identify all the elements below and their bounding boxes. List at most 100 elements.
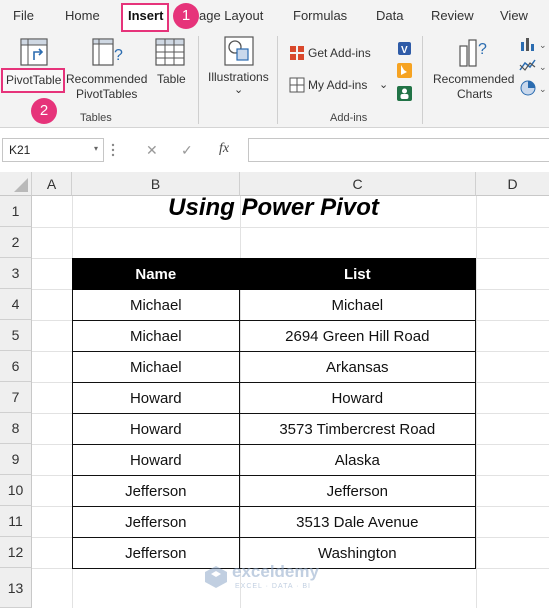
callout-badge-2: 2: [31, 98, 57, 124]
pivottable-icon[interactable]: [20, 38, 48, 66]
column-header-c[interactable]: C: [240, 172, 476, 196]
row-header-13[interactable]: 13: [0, 568, 32, 608]
list-cell[interactable]: 3573 Timbercrest Road: [238, 413, 477, 445]
row-header-11[interactable]: 11: [0, 506, 32, 537]
insert-function-icon[interactable]: fx: [219, 141, 229, 157]
name-box-dropdown-icon[interactable]: ▾: [94, 144, 98, 153]
recommended-pivottables-icon[interactable]: ?: [92, 38, 124, 68]
svg-text:⌄: ⌄: [539, 84, 547, 94]
row-header-4[interactable]: 4: [0, 289, 32, 320]
name-cell[interactable]: Jefferson: [72, 475, 240, 507]
formula-input[interactable]: [248, 138, 549, 162]
enter-icon[interactable]: ✓: [181, 142, 193, 159]
row-header-6[interactable]: 6: [0, 351, 32, 382]
tab-view[interactable]: View: [500, 8, 528, 23]
column-header-d[interactable]: D: [476, 172, 549, 196]
header-cell-list[interactable]: List: [238, 258, 477, 290]
bing-icon[interactable]: [396, 62, 413, 79]
callout-badge-1: 1: [173, 3, 199, 29]
column-header-a[interactable]: A: [32, 172, 72, 196]
name-cell[interactable]: Michael: [72, 320, 240, 352]
tab-page-layout[interactable]: age Layout: [199, 8, 263, 23]
ribbon-separator: [277, 36, 278, 124]
name-cell[interactable]: Michael: [72, 351, 240, 383]
exceldemy-logo-icon: [205, 566, 227, 588]
cancel-icon[interactable]: ✕: [146, 142, 158, 159]
illustrations-caret[interactable]: ⌄: [234, 83, 243, 98]
table-row: Howard Alaska: [72, 444, 477, 476]
people-graph-icon[interactable]: [396, 85, 413, 102]
group-label-tables: Tables: [80, 112, 112, 124]
row-header-10[interactable]: 10: [0, 475, 32, 506]
name-box-value: K21: [9, 143, 31, 157]
row-header-12[interactable]: 12: [0, 537, 32, 568]
list-cell[interactable]: Howard: [238, 382, 477, 414]
tab-review[interactable]: Review: [431, 8, 474, 23]
name-cell[interactable]: Howard: [72, 382, 240, 414]
data-table: Name List Michael Michael Michael 2694 G…: [72, 258, 477, 569]
select-all-corner[interactable]: [0, 172, 32, 196]
ribbon-separator: [422, 36, 423, 124]
recommended-charts-label-1[interactable]: Recommended: [433, 72, 514, 87]
pivottable-button[interactable]: PivotTable: [6, 73, 61, 88]
recommended-charts-label-2[interactable]: Charts: [457, 87, 492, 102]
name-cell[interactable]: Jefferson: [72, 506, 240, 538]
svg-text:?: ?: [114, 47, 123, 64]
recommended-pivottables-label-2[interactable]: PivotTables: [76, 87, 137, 102]
exceldemy-watermark: exceldemy EXCEL · DATA · BI: [204, 562, 349, 596]
store-icon[interactable]: [289, 45, 305, 61]
chart-types-icons[interactable]: ⌄ ⌄ ⌄: [519, 36, 549, 100]
row-header-8[interactable]: 8: [0, 413, 32, 444]
name-box[interactable]: K21 ▾: [2, 138, 104, 162]
row-header-7[interactable]: 7: [0, 382, 32, 413]
my-addins-caret[interactable]: ⌄: [379, 78, 388, 93]
ribbon-tab-bar: File Home Insert age Layout Formulas Dat…: [0, 0, 549, 32]
gridline: [32, 227, 549, 228]
list-cell[interactable]: 2694 Green Hill Road: [238, 320, 477, 352]
my-addins-icon[interactable]: [289, 77, 305, 93]
sheet-title: Using Power Pivot: [168, 194, 379, 221]
svg-text:?: ?: [478, 41, 487, 58]
visio-icon[interactable]: V: [396, 40, 413, 57]
name-cell[interactable]: Howard: [72, 444, 240, 476]
row-header-5[interactable]: 5: [0, 320, 32, 351]
recommended-charts-icon[interactable]: ?: [458, 38, 492, 68]
name-cell[interactable]: Michael: [72, 289, 240, 321]
list-cell[interactable]: 3513 Dale Avenue: [238, 506, 477, 538]
table-button[interactable]: Table: [157, 72, 186, 87]
row-header-9[interactable]: 9: [0, 444, 32, 475]
watermark-name: exceldemy: [232, 562, 319, 581]
name-cell[interactable]: Howard: [72, 413, 240, 445]
table-icon[interactable]: [155, 38, 185, 66]
tab-data[interactable]: Data: [376, 8, 403, 23]
tab-insert[interactable]: Insert: [128, 8, 163, 23]
illustrations-icon[interactable]: [224, 36, 254, 66]
column-header-b[interactable]: B: [72, 172, 240, 196]
table-row: Howard 3573 Timbercrest Road: [72, 413, 477, 445]
table-row: Michael 2694 Green Hill Road: [72, 320, 477, 352]
table-row: Howard Howard: [72, 382, 477, 414]
list-cell[interactable]: Jefferson: [238, 475, 477, 507]
tab-formulas[interactable]: Formulas: [293, 8, 347, 23]
ribbon-insert-panel: PivotTable 2 ? Recommended PivotTables T…: [0, 32, 549, 128]
get-addins-button[interactable]: Get Add-ins: [308, 46, 371, 61]
list-cell[interactable]: Arkansas: [238, 351, 477, 383]
formula-bar: K21 ▾ ✕ ✓ fx: [0, 128, 549, 172]
table-row: Michael Michael: [72, 289, 477, 321]
list-cell[interactable]: Michael: [238, 289, 477, 321]
row-header-2[interactable]: 2: [0, 227, 32, 258]
svg-text:V: V: [401, 45, 408, 56]
row-header-1[interactable]: 1: [0, 196, 32, 227]
recommended-pivottables-label-1[interactable]: Recommended: [66, 72, 147, 87]
select-all-icon: [14, 178, 28, 192]
my-addins-button[interactable]: My Add-ins: [308, 78, 367, 93]
list-cell[interactable]: Alaska: [238, 444, 477, 476]
table-row: Michael Arkansas: [72, 351, 477, 383]
header-cell-name[interactable]: Name: [72, 258, 240, 290]
row-header-3[interactable]: 3: [0, 258, 32, 289]
table-row: Jefferson Jefferson: [72, 475, 477, 507]
tab-file[interactable]: File: [13, 8, 34, 23]
table-header-row: Name List: [72, 258, 477, 290]
table-row: Jefferson 3513 Dale Avenue: [72, 506, 477, 538]
tab-home[interactable]: Home: [65, 8, 100, 23]
